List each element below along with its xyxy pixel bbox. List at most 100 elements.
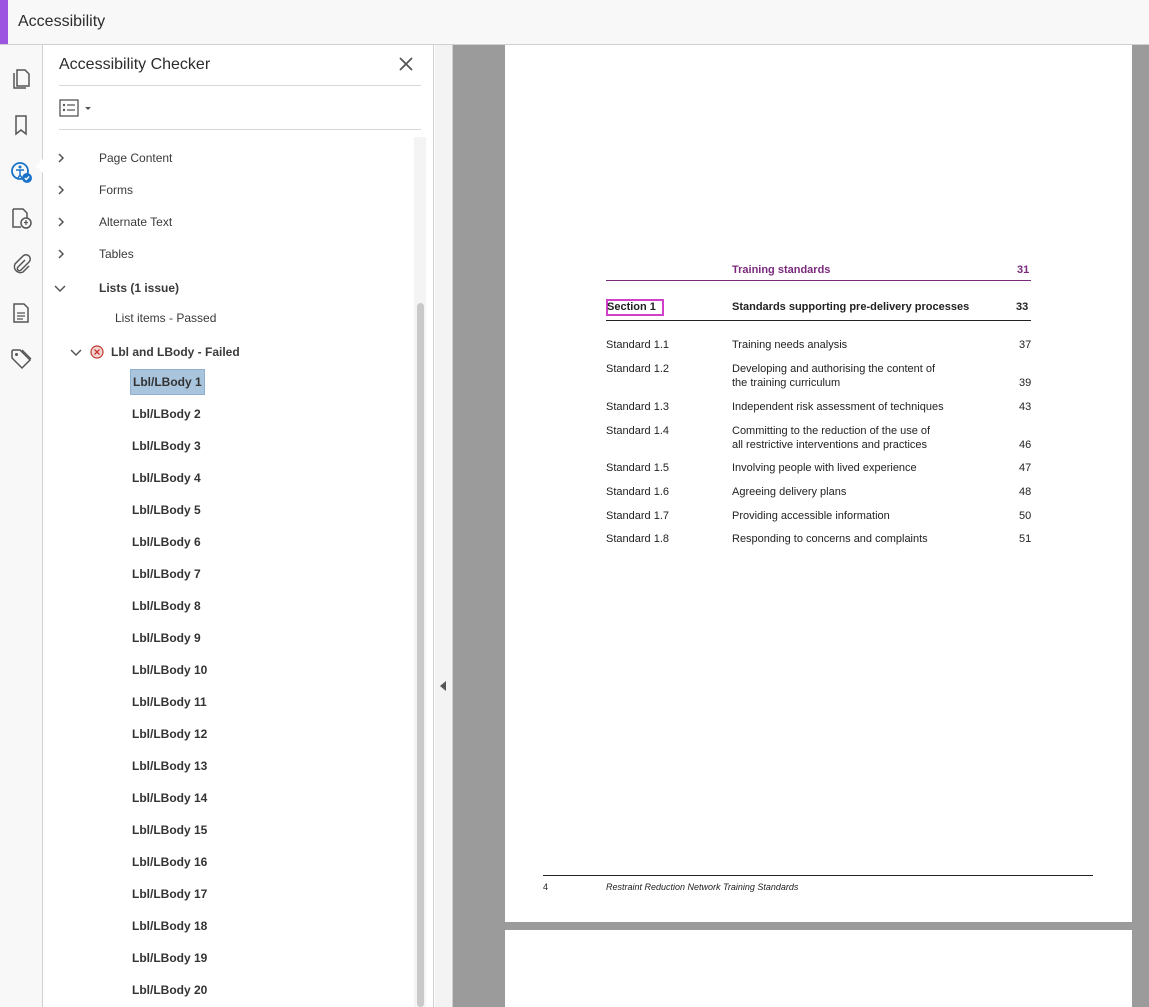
toc-entry-title: Agreeing delivery plans (732, 486, 847, 498)
title-accent-bar (0, 0, 8, 44)
chevron-down-icon (70, 349, 82, 357)
category-label: Tables (99, 247, 134, 261)
app-title: Accessibility (18, 13, 106, 30)
footer-title: Restraint Reduction Network Training Sta… (606, 882, 799, 892)
lbl-lbody-item[interactable]: Lbl/LBody 5 (130, 497, 203, 523)
toc-entry-page: 47 (1019, 462, 1032, 474)
lbl-lbody-item[interactable]: Lbl/LBody 13 (130, 753, 209, 779)
toc-entry-title: Providing accessible information (732, 510, 890, 522)
toc-entry-page: 46 (1019, 439, 1032, 451)
options-menu-button[interactable] (59, 96, 97, 120)
bookmark-icon[interactable] (7, 111, 35, 139)
document-properties-icon[interactable] (7, 299, 35, 327)
panel-scrollbar-thumb[interactable] (417, 303, 424, 1007)
lbl-lbody-item[interactable]: Lbl/LBody 3 (130, 433, 203, 459)
toc-entry-page: 51 (1019, 533, 1032, 545)
category-label: Alternate Text (99, 215, 173, 229)
lbl-lbody-item[interactable]: Lbl/LBody 6 (130, 529, 203, 555)
lbl-lbody-item[interactable]: Lbl/LBody 17 (130, 881, 209, 907)
toc-entry-title: Independent risk assessment of technique… (732, 401, 944, 413)
toc-header-title: Training standards (732, 264, 831, 276)
toc-entry-number: Standard 1.6 (606, 486, 669, 498)
panel-divider (59, 129, 421, 130)
lbl-lbody-item[interactable]: Lbl/LBody 14 (130, 785, 209, 811)
left-tool-rail (0, 45, 43, 1007)
chevron-down-icon (54, 285, 66, 293)
toc-entry-number: Standard 1.8 (606, 533, 669, 545)
document-viewer[interactable]: Training standards 31 Section 1 Standard… (453, 45, 1149, 1007)
failed-icon (90, 345, 104, 359)
toc-entry-title: Responding to concerns and complaints (732, 533, 928, 545)
tags-icon[interactable] (7, 345, 35, 373)
title-bar: Accessibility (0, 0, 1149, 45)
lbl-lbody-item[interactable]: Lbl/LBody 11 (130, 689, 209, 715)
active-tool-pointer (36, 159, 43, 173)
toc-entry-title-cont: the training curriculum (732, 377, 841, 389)
document-page: Training standards 31 Section 1 Standard… (505, 45, 1132, 922)
lbl-lbody-item[interactable]: Lbl/LBody 19 (130, 945, 209, 971)
lbl-lbody-item[interactable]: Lbl/LBody 1 (130, 369, 205, 395)
toc-entry-number: Standard 1.2 (606, 363, 669, 375)
toc-entry-page: 39 (1019, 377, 1032, 389)
toc-entry-page: 43 (1019, 401, 1032, 413)
toc-entry-page: 37 (1019, 339, 1032, 351)
attachment-icon[interactable] (7, 251, 35, 279)
list-options-icon (59, 99, 79, 117)
lbl-lbody-item[interactable]: Lbl/LBody 8 (130, 593, 203, 619)
rule-label: Lbl and LBody - Failed (111, 345, 240, 359)
panel-title: Accessibility Checker (59, 56, 211, 73)
rule-list-items[interactable]: List items - Passed (103, 306, 403, 330)
lbl-lbody-item[interactable]: Lbl/LBody 2 (130, 401, 203, 427)
category-label: Forms (99, 183, 133, 197)
header-rule (606, 280, 1031, 281)
section-title: Standards supporting pre-delivery proces… (732, 301, 970, 313)
chevron-down-icon (85, 107, 91, 110)
pages-icon[interactable] (7, 65, 35, 93)
category-label: Page Content (99, 151, 173, 165)
footer-page-number: 4 (543, 882, 549, 892)
rule-lbl-lbody[interactable]: Lbl and LBody - Failed (43, 340, 403, 364)
accessibility-tags-icon[interactable] (7, 204, 35, 232)
toc-entry-page: 48 (1019, 486, 1032, 498)
accessibility-checker-panel: Accessibility Checker Page Content Forms… (43, 45, 434, 1007)
panel-divider (59, 85, 421, 86)
lbl-lbody-item[interactable]: Lbl/LBody 12 (130, 721, 209, 747)
category-forms[interactable]: Forms (43, 178, 403, 202)
lbl-lbody-item[interactable]: Lbl/LBody 7 (130, 561, 203, 587)
lbl-lbody-item[interactable]: Lbl/LBody 9 (130, 625, 203, 651)
chevron-right-icon (58, 185, 65, 195)
chevron-right-icon (58, 217, 65, 227)
section-rule (606, 320, 1031, 321)
toc-entry-page: 50 (1019, 510, 1032, 522)
panel-splitter[interactable] (435, 45, 453, 1007)
lbl-lbody-item[interactable]: Lbl/LBody 15 (130, 817, 209, 843)
toc-entry-title: Involving people with lived experience (732, 462, 917, 474)
lbl-lbody-item[interactable]: Lbl/LBody 18 (130, 913, 209, 939)
toc-entry-title-cont: all restrictive interventions and practi… (732, 439, 928, 451)
toc-entry-title: Committing to the reduction of the use o… (732, 425, 931, 437)
toc-entry-number: Standard 1.7 (606, 510, 669, 522)
collapse-arrow-icon[interactable] (440, 681, 446, 691)
accessibility-checker-icon[interactable] (7, 158, 35, 186)
lbl-lbody-item[interactable]: Lbl/LBody 10 (130, 657, 209, 683)
toc-entry-number: Standard 1.1 (606, 339, 669, 351)
category-alternate-text[interactable]: Alternate Text (43, 210, 403, 234)
lbl-lbody-item[interactable]: Lbl/LBody 20 (130, 977, 209, 1003)
lbl-lbody-item[interactable]: Lbl/LBody 4 (130, 465, 203, 491)
toc-header-page: 31 (1017, 264, 1030, 276)
category-lists[interactable]: Lists (1 issue) (43, 276, 403, 300)
next-document-page (505, 930, 1132, 1007)
lbl-lbody-item[interactable]: Lbl/LBody 16 (130, 849, 209, 875)
category-page-content[interactable]: Page Content (43, 146, 403, 170)
close-icon[interactable] (396, 54, 416, 74)
toc-entry-title: Developing and authorising the content o… (732, 363, 936, 375)
section-label: Section 1 (607, 301, 656, 313)
rule-label: List items - Passed (115, 311, 217, 325)
toc-entry-number: Standard 1.5 (606, 462, 669, 474)
section-page: 33 (1016, 301, 1029, 313)
chevron-right-icon (58, 249, 65, 259)
footer-rule (543, 875, 1093, 876)
category-tables[interactable]: Tables (43, 242, 403, 266)
toc-entry-number: Standard 1.4 (606, 425, 669, 437)
toc-entry-number: Standard 1.3 (606, 401, 669, 413)
